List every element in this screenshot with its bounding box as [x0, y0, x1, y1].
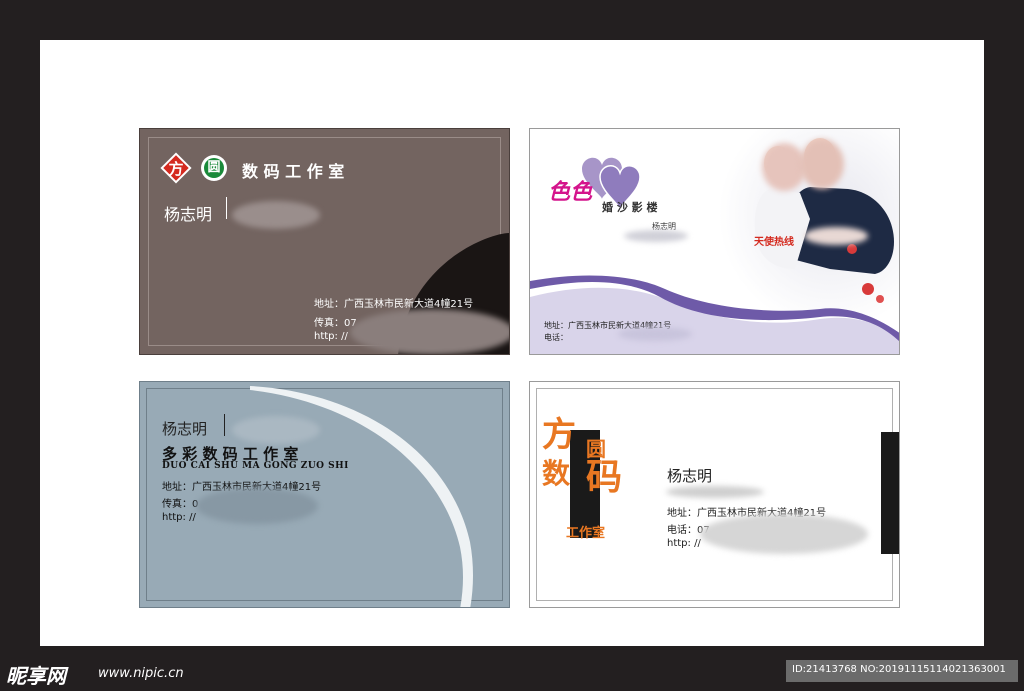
business-card-fangyuan-orange: 方 圆 数 码 工作室 杨志明 地址：广西玉林市民新大道4幢21号 电话：07 …: [529, 381, 900, 608]
website: http: //: [667, 538, 701, 549]
logo-shu: 数: [542, 457, 571, 490]
business-card-wedding: 色色 婚 沙 影 楼 杨志明 天使热线 地址：广西玉林市民新大道4幢21号 电话…: [529, 128, 900, 355]
logo-fang: 方: [542, 415, 576, 455]
name-divider: [224, 414, 225, 436]
redacted-contact: [700, 514, 868, 554]
fax: 传真：0: [162, 499, 199, 510]
redacted-title: [666, 486, 764, 498]
hotline-label: 天使热线: [754, 237, 794, 248]
studio-pinyin: DUO CAI SHU MA GONG ZUO SHI: [162, 461, 349, 471]
brand-name: 色色: [548, 180, 593, 205]
redacted-title: [624, 230, 688, 242]
watermark-logo: 昵享网: [6, 664, 66, 688]
studio-title: 工作室: [566, 526, 606, 541]
fax: 传真：07: [314, 318, 357, 329]
logo-ma: 码: [586, 457, 623, 498]
phone: 电话：: [544, 333, 568, 342]
redacted-phone: [618, 327, 692, 341]
business-card-fangyuan: 方 圆 数 码 工 作 室 杨志明 地址：广西玉林市民新大道4幢21号 传真：0…: [139, 128, 510, 355]
watermark-id: ID:21413768 NO:20191115114021363001: [792, 664, 1006, 675]
watermark-url: www.nipic.cn: [98, 666, 184, 681]
website: http: //: [314, 331, 348, 342]
website: http: //: [162, 512, 196, 523]
right-black-bar: [881, 432, 899, 554]
studio-title: 婚 沙 影 楼: [602, 201, 658, 214]
address: 地址：广西玉林市民新大道4幢21号: [314, 299, 474, 310]
redacted-contact: [350, 309, 509, 354]
business-card-duocai: 杨志明 多 彩 数 码 工 作 室 DUO CAI SHU MA GONG ZU…: [139, 381, 510, 608]
redacted-contact: [196, 488, 318, 524]
redacted-hotline: [804, 227, 868, 245]
person-name: 杨志明: [667, 467, 713, 485]
redacted-face-groom: [800, 139, 844, 189]
person-name: 杨志明: [162, 420, 208, 438]
redacted-title: [232, 416, 320, 444]
